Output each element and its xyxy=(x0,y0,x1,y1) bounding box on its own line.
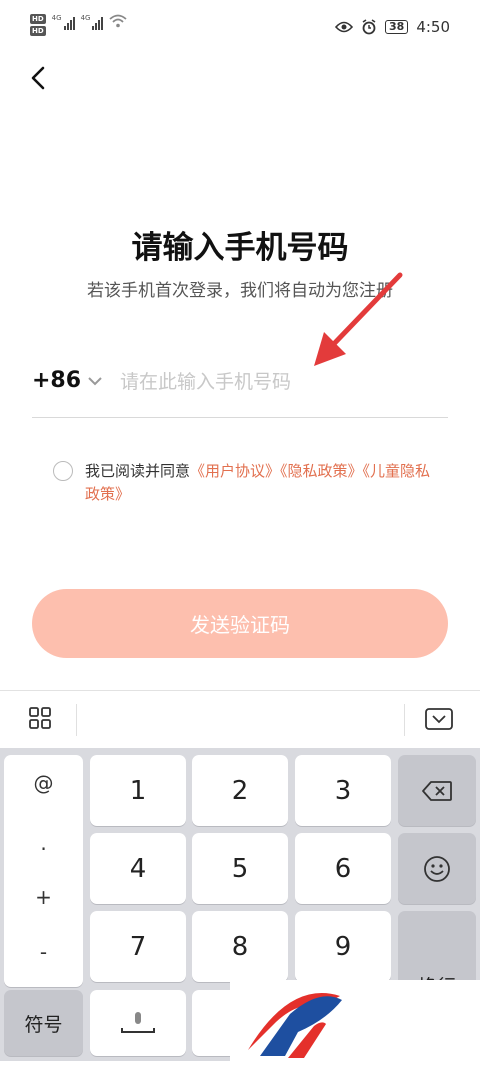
backspace-icon xyxy=(422,780,452,801)
key-7[interactable]: 7 xyxy=(90,911,186,982)
eye-icon xyxy=(335,21,353,33)
backspace-key[interactable] xyxy=(398,755,476,826)
key-3[interactable]: 3 xyxy=(295,755,391,826)
annotation-arrow-icon xyxy=(314,272,403,366)
user-agreement-link[interactable]: 《用户协议》 xyxy=(190,462,280,480)
key-2[interactable]: 2 xyxy=(192,755,288,826)
symbol-key[interactable]: 符号 xyxy=(4,990,83,1056)
key-plus[interactable]: + xyxy=(4,885,83,909)
hd-badge: HD xyxy=(30,26,46,36)
battery-indicator: 38 xyxy=(385,20,409,34)
send-code-button[interactable]: 发送验证码 xyxy=(32,589,448,658)
toolbar-divider xyxy=(404,704,405,736)
key-1[interactable]: 1 xyxy=(90,755,186,826)
status-left: HD HD 4G 4G xyxy=(30,14,128,36)
key-at[interactable]: @ xyxy=(4,771,83,795)
clock: 4:50 xyxy=(416,18,450,36)
privacy-policy-link[interactable]: 《隐私政策》 xyxy=(280,462,363,480)
hd-badge: HD xyxy=(30,14,46,24)
alarm-icon xyxy=(362,19,376,35)
back-icon[interactable] xyxy=(24,62,56,94)
wifi-icon xyxy=(109,14,128,28)
phone-input[interactable] xyxy=(118,364,442,400)
country-code-selector[interactable]: +86 xyxy=(32,368,103,393)
toolbar-divider xyxy=(76,704,77,736)
watermark-logo xyxy=(230,980,480,1061)
emoji-key[interactable] xyxy=(398,833,476,904)
chevron-down-icon xyxy=(88,376,102,385)
key-minus[interactable]: - xyxy=(4,940,83,964)
symbol-column: @ . + - xyxy=(4,755,83,987)
agreement-text: 我已阅读并同意《用户协议》《隐私政策》《儿童隐私政策》 xyxy=(85,462,431,503)
phone-input-underline xyxy=(32,417,448,418)
country-code: +86 xyxy=(32,368,82,393)
keyboard-hide-icon[interactable] xyxy=(424,707,454,731)
grid-icon[interactable] xyxy=(28,706,52,730)
emoji-icon xyxy=(424,855,450,882)
microphone-icon xyxy=(121,1012,155,1033)
agreement-checkbox[interactable] xyxy=(53,461,73,481)
key-dot[interactable]: . xyxy=(4,831,83,855)
key-5[interactable]: 5 xyxy=(192,833,288,904)
voice-key[interactable] xyxy=(90,990,186,1056)
status-right: 38 4:50 xyxy=(335,18,450,36)
key-4[interactable]: 4 xyxy=(90,833,186,904)
key-6[interactable]: 6 xyxy=(295,833,391,904)
page-title: 请输入手机号码 xyxy=(131,230,349,266)
status-bar: HD HD 4G 4G 38 4:50 xyxy=(0,0,480,60)
key-9[interactable]: 9 xyxy=(295,911,391,982)
key-8[interactable]: 8 xyxy=(192,911,288,982)
keyboard-toolbar xyxy=(0,690,480,749)
signal-icon: 4G xyxy=(52,14,75,30)
signal-icon: 4G xyxy=(81,14,104,30)
